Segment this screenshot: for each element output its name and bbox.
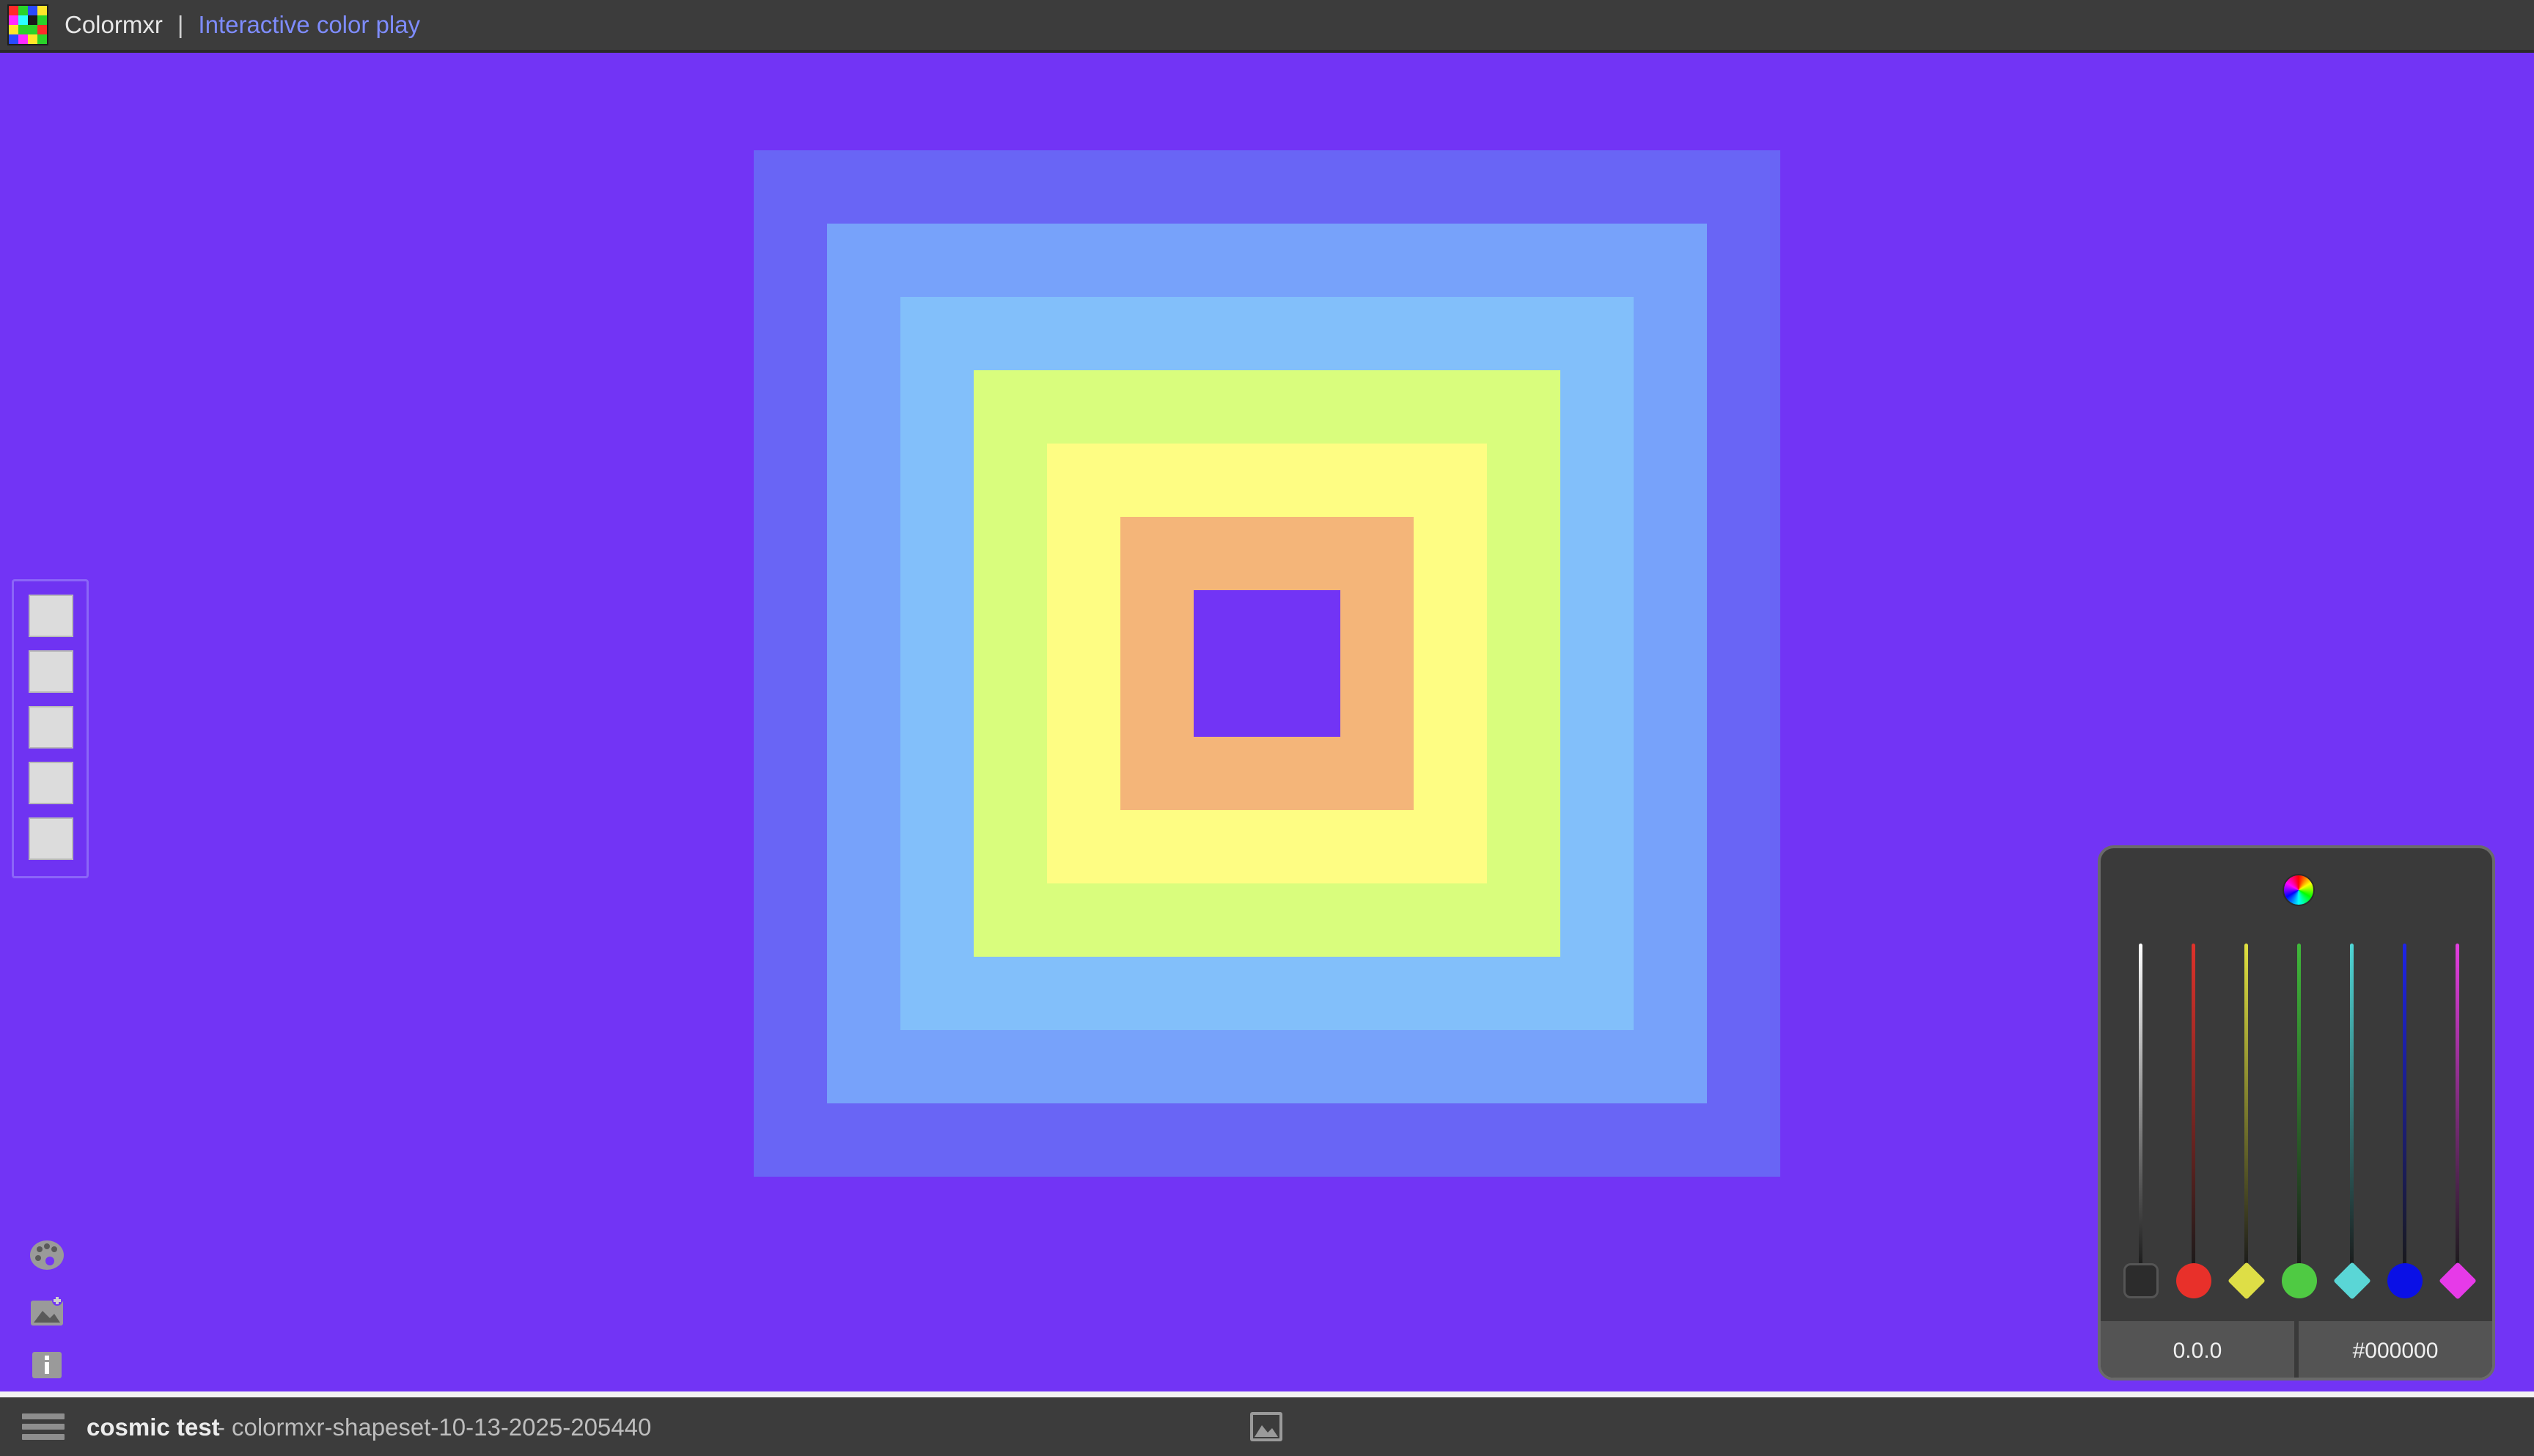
shape-ring-7[interactable] — [1194, 590, 1340, 737]
shape-slot-3[interactable] — [29, 706, 73, 749]
green-slider-track[interactable] — [2297, 944, 2301, 1269]
shape-toolbar — [12, 579, 89, 878]
mix-hex-value[interactable]: #000000 — [2299, 1321, 2492, 1378]
cyan-slider-track[interactable] — [2350, 944, 2354, 1269]
shape-slot-4[interactable] — [29, 762, 73, 804]
color-wheel-icon[interactable] — [2283, 874, 2315, 906]
cyan-slider-thumb[interactable] — [2333, 1262, 2371, 1300]
project-file-name: colormxr-shapeset-10-13-2025-205440 — [232, 1413, 652, 1441]
shape-slot-1[interactable] — [29, 595, 73, 637]
shape-slot-2[interactable] — [29, 650, 73, 693]
palette-icon[interactable] — [28, 1238, 66, 1273]
mixer-value-footer: 0.0.0 #000000 — [2101, 1321, 2492, 1378]
white-slider-thumb[interactable] — [2123, 1263, 2159, 1298]
green-slider-thumb[interactable] — [2282, 1263, 2317, 1298]
gallery-icon[interactable] — [1249, 1411, 1284, 1443]
add-image-icon[interactable] — [28, 1295, 66, 1330]
shape-slot-5[interactable] — [29, 817, 73, 860]
red-slider-thumb[interactable] — [2176, 1263, 2211, 1298]
blue-slider-thumb[interactable] — [2387, 1263, 2423, 1298]
pixel-grid-logo-icon — [7, 4, 48, 45]
red-slider-track[interactable] — [2192, 944, 2195, 1269]
project-name: cosmic test — [87, 1413, 220, 1441]
app-subtitle[interactable]: Interactive color play — [198, 11, 420, 39]
info-icon[interactable] — [28, 1347, 66, 1383]
title-separator: | — [177, 11, 184, 38]
magenta-slider-track[interactable] — [2456, 944, 2459, 1269]
white-slider-track[interactable] — [2139, 944, 2142, 1269]
color-mixer-panel: 0.0.0 #000000 — [2098, 845, 2495, 1380]
yellow-slider-thumb[interactable] — [2228, 1262, 2266, 1300]
status-bar: cosmic test - colormxr-shapeset-10-13-20… — [0, 1391, 2534, 1456]
blue-slider-track[interactable] — [2403, 944, 2406, 1269]
top-bar: Colormxr | Interactive color play — [0, 0, 2534, 53]
yellow-slider-track[interactable] — [2244, 944, 2248, 1269]
hamburger-menu-icon[interactable] — [22, 1413, 65, 1443]
app-title: Colormxr — [65, 11, 163, 38]
mix-ratio-value[interactable]: 0.0.0 — [2101, 1321, 2294, 1378]
magenta-slider-thumb[interactable] — [2439, 1262, 2477, 1300]
project-separator: - — [217, 1413, 225, 1441]
